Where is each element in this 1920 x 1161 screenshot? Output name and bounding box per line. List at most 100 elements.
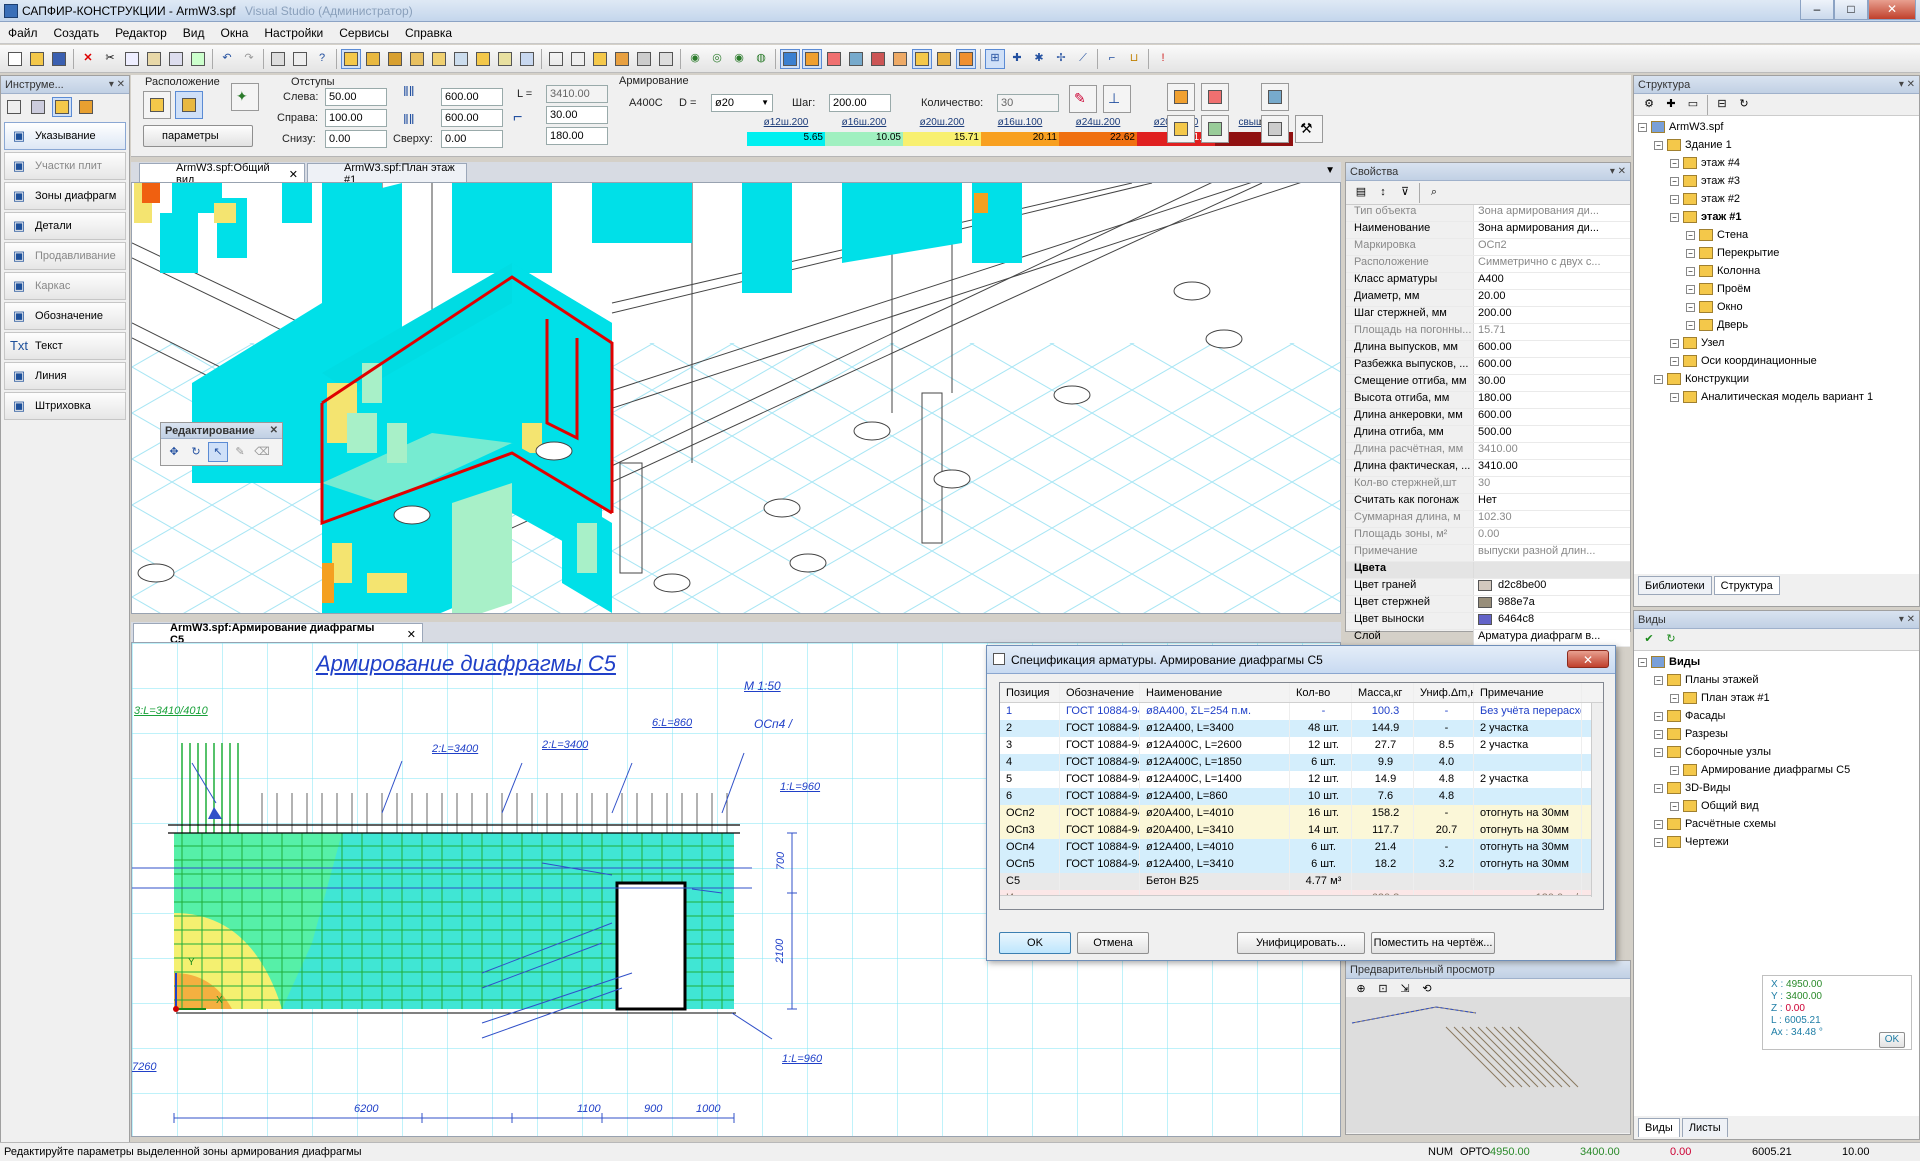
report-icon[interactable] [1261,115,1289,143]
tree-node[interactable]: − ArmW3.spf [1638,118,1919,136]
eye-icon[interactable]: ◉ [685,49,705,69]
spec-row[interactable]: 3 ГОСТ 10884-94 ø12А400С, L=2600 12 шт. 27.7… [1000,737,1603,754]
property-value[interactable]: d2c8be00 [1474,579,1630,595]
expand-icon[interactable]: − [1654,729,1663,739]
layer-5-icon[interactable] [868,49,888,69]
property-value[interactable]: 180.00 [1474,392,1630,408]
tree-node[interactable]: − Фасады [1638,707,1919,725]
count-input[interactable]: 30 [997,94,1059,112]
spec-row[interactable]: 4 ГОСТ 10884-94 ø12А400С, L=1850 6 шт. 9.9 4.… [1000,754,1603,771]
redo-icon[interactable]: ↷ [239,49,259,69]
property-row[interactable]: Класс арматуры А400 [1346,273,1630,290]
spec-col-header[interactable]: Обозначение [1060,683,1140,702]
expand-icon[interactable]: − [1654,819,1663,829]
property-value[interactable]: Зона армирования ди... [1474,205,1630,221]
tab-floor-plan[interactable]: ArmW3.spf:План этаж #1 [307,162,467,186]
property-row[interactable]: Суммарная длина, м 102.30 [1346,511,1630,528]
property-value[interactable]: 988e7a [1474,596,1630,612]
property-value[interactable]: А400 [1474,273,1630,289]
tree-node[interactable]: − этаж #1 [1638,208,1919,226]
tree-node[interactable]: − Аналитическая модель вариант 1 [1638,388,1919,406]
expand-icon[interactable]: − [1670,176,1679,186]
view-wire-icon[interactable] [546,49,566,69]
expand-icon[interactable]: − [1670,801,1679,811]
property-value[interactable]: 20.00 [1474,290,1630,306]
property-row[interactable]: Считать как погонаж Нет [1346,494,1630,511]
menu-view[interactable]: Вид [175,26,213,40]
spec-col-header[interactable]: Наименование [1140,683,1290,702]
preview-zoom-icon[interactable]: ⊕ [1351,979,1371,999]
door-icon[interactable] [473,49,493,69]
tree-node[interactable]: − Окно [1638,298,1919,316]
property-value[interactable]: 200.00 [1474,307,1630,323]
expand-icon[interactable]: − [1654,783,1663,793]
tool-zone[interactable]: ▣ Зоны диафрагм [4,182,126,210]
bend-height-input[interactable]: 180.00 [546,127,608,145]
property-value[interactable]: 600.00 [1474,358,1630,374]
expand-icon[interactable]: − [1638,122,1647,132]
tools-icon[interactable]: ⚒ [1295,115,1323,143]
struct-folder-icon[interactable]: ▭ [1683,95,1703,115]
tree-node[interactable]: − Армирование диафрагмы С5 [1638,761,1919,779]
coord-ok-button[interactable]: OK [1879,1032,1905,1048]
expand-icon[interactable]: − [1686,266,1695,276]
save-icon[interactable] [49,49,69,69]
rotate-icon[interactable]: ↻ [186,442,206,462]
expand-icon[interactable]: − [1670,158,1679,168]
tree-node[interactable]: − Колонна [1638,262,1919,280]
property-row[interactable]: Длина выпусков, мм 600.00 [1346,341,1630,358]
property-row[interactable]: Цвет выноски 6464c8 [1346,613,1630,630]
spec-row[interactable]: 1 ГОСТ 10884-94 ø8А400, ΣL=254 п.м. -100.3-… [1000,703,1603,720]
spec-row[interactable]: ОСп3 ГОСТ 10884-94 ø20А400, L=3410 14 шт. 11… [1000,822,1603,839]
release-stagger-input[interactable]: 600.00 [441,109,503,127]
bottom-offset-input[interactable]: 0.00 [325,130,387,148]
expand-icon[interactable]: − [1654,711,1663,721]
tool-slab[interactable]: ▣ Участки плит [4,152,126,180]
snap-point-icon[interactable]: ✚ [1007,49,1027,69]
expand-icon[interactable]: − [1686,302,1695,312]
cut-icon[interactable]: ✂ [100,49,120,69]
expand-icon[interactable]: − [1638,657,1647,667]
tool-text[interactable]: Txt Текст [4,332,126,360]
color-map-icon[interactable] [1201,83,1229,111]
window-tool-icon[interactable] [451,49,471,69]
preview-fit-icon[interactable]: ⊡ [1373,979,1393,999]
tree-node[interactable]: − Здание 1 [1638,136,1919,154]
views-refresh-icon[interactable]: ↻ [1661,630,1681,650]
struct-tree-icon[interactable]: ⊟ [1712,95,1732,115]
view-hidden-icon[interactable] [568,49,588,69]
slab-tool-icon[interactable] [363,49,383,69]
expand-icon[interactable]: − [1670,194,1679,204]
tab-general-view[interactable]: ArmW3.spf:Общий вид ✕ [139,162,305,186]
property-value[interactable]: выпуски разной длин... [1474,545,1630,561]
expand-icon[interactable]: − [1670,356,1679,366]
preview-icon[interactable] [290,49,310,69]
property-value[interactable]: 600.00 [1474,409,1630,425]
property-row[interactable]: Кол-во стержней,шт 30 [1346,477,1630,494]
property-value[interactable]: 102.30 [1474,511,1630,527]
find-icon[interactable]: ⌕ [1424,183,1444,203]
left-offset-input[interactable]: 50.00 [325,88,387,106]
property-row[interactable]: Цвет граней d2c8be00 [1346,579,1630,596]
tool-detail[interactable]: ▣ Детали [4,212,126,240]
property-row[interactable]: Маркировка ОСп2 [1346,239,1630,256]
minimize-button[interactable]: – [1800,0,1834,20]
expand-icon[interactable]: − [1670,765,1679,775]
print-icon[interactable] [268,49,288,69]
spec-col-header[interactable]: Кол-во [1290,683,1352,702]
open-icon[interactable] [27,49,47,69]
snap-end-icon[interactable]: ✢ [1051,49,1071,69]
tabs-dropdown-icon[interactable]: ▼ [1325,165,1335,176]
property-value[interactable]: Арматура диафрагм в... [1474,630,1630,646]
tree-node[interactable]: − Конструкции [1638,370,1919,388]
menu-create[interactable]: Создать [46,26,108,40]
expand-icon[interactable]: − [1686,248,1695,258]
property-value[interactable]: 15.71 [1474,324,1630,340]
camera-icon[interactable] [634,49,654,69]
property-row[interactable]: Шаг стержней, мм 200.00 [1346,307,1630,324]
tab-libraries[interactable]: Библиотеки [1638,576,1712,595]
layer-9-icon[interactable] [956,48,976,69]
property-row[interactable]: Длина анкеровки, мм 600.00 [1346,409,1630,426]
categorized-icon[interactable]: ▤ [1351,183,1371,203]
tree-node[interactable]: − этаж #4 [1638,154,1919,172]
